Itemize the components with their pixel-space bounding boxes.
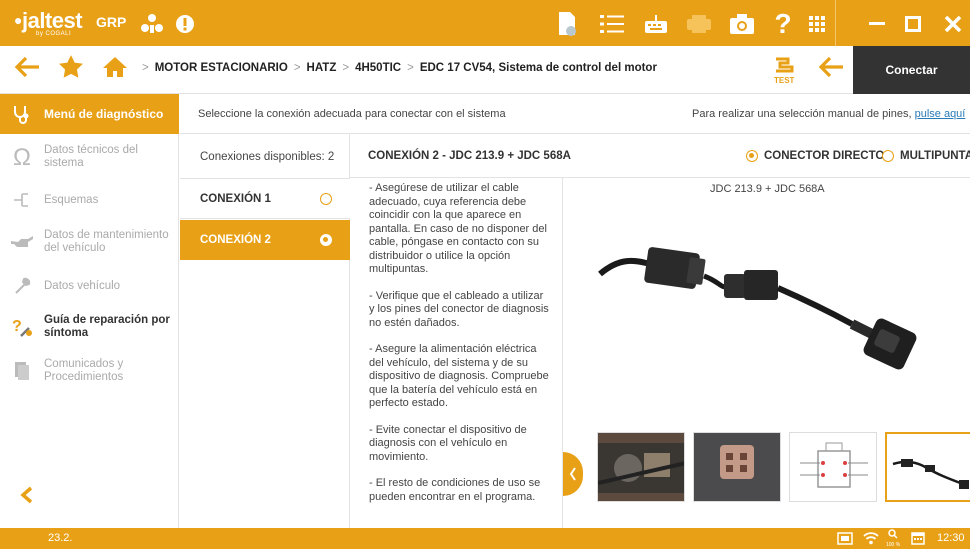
svg-text:?: ? [12,318,22,335]
manual-selection-text: Para realizar una selección manual de pi… [692,108,965,120]
svg-text:TEST: TEST [774,76,795,85]
alert-icon[interactable] [170,9,200,39]
zoom-icon [887,529,899,542]
thumbnail-2[interactable] [693,432,781,502]
zoom-indicator[interactable]: 100 % [886,529,900,548]
connection-detail-header: CONEXIÓN 2 - JDC 213.9 + JDC 568A CONECT… [350,134,970,178]
image-caption: JDC 213.9 + JDC 568A [710,183,825,195]
instructions-panel: - Asegúrese de utilizar el cable adecuad… [350,178,563,528]
manual-selection-prefix: Para realizar una selección manual de pi… [692,108,912,120]
thumbnail-1[interactable] [597,432,685,502]
sidebar-item-label: Datos vehículo [44,279,121,292]
info-bar: Seleccione la conexión adecuada para con… [180,94,970,134]
wrench-icon [0,277,44,295]
multipoint-radio[interactable] [882,150,894,162]
favorite-star-icon[interactable] [58,54,84,85]
instruction-paragraph: - El resto de condiciones de uso se pued… [369,477,541,503]
instruction-paragraph: - Verifique que el cableado a utilizar y… [369,289,549,329]
calendar-icon[interactable] [911,531,925,548]
zoom-level: 100 % [886,542,901,548]
cable-image [580,232,970,387]
multipoint-option[interactable]: MULTIPUNTAS [882,150,970,162]
test-connector-icon[interactable]: TEST [772,55,796,90]
report-icon[interactable] [552,9,582,39]
manual-selection-link[interactable]: pulse aquí [915,108,966,120]
schematic-icon [0,191,44,209]
omega-icon: Ω [13,143,31,171]
sidebar-item-label: Comunicados y Procedimientos [44,358,124,383]
apps-grid-icon[interactable] [802,9,832,39]
breadcrumb-item[interactable]: HATZ [307,62,337,74]
maximize-icon[interactable] [898,9,928,39]
direct-connector-label: CONECTOR DIRECTO [764,150,885,162]
camera-icon[interactable] [727,9,757,39]
sidebar-item-repair-guide[interactable]: ? Guía de reparación por síntoma [0,310,179,344]
sidebar-item-communications[interactable]: Comunicados y Procedimientos [0,354,179,388]
breadcrumb-item[interactable]: MOTOR ESTACIONARIO [155,62,288,74]
repair-guide-icon: ? [0,316,44,338]
sidebar-header[interactable]: Menú de diagnóstico [0,94,179,134]
direct-connector-radio[interactable] [746,150,758,162]
instruction-paragraph: - Asegúrese de utilizar el cable adecuad… [369,182,547,275]
info-text: Seleccione la conexión adecuada para con… [198,108,506,120]
connection-item-1[interactable]: CONEXIÓN 1 [180,179,350,219]
breadcrumb-item[interactable]: EDC 17 CV54, Sistema de control del moto… [420,62,657,74]
carousel-prev-button[interactable] [563,452,583,496]
list-icon[interactable] [597,9,627,39]
sidebar-item-maintenance[interactable]: Datos de mantenimiento del vehículo [0,220,179,264]
thumbnail-4-selected[interactable] [885,432,970,502]
sidebar-item-label: Datos técnicos del sistema [44,144,138,169]
connection-label: CONEXIÓN 2 [200,234,271,246]
connection-item-2[interactable]: CONEXIÓN 2 [180,220,350,260]
available-connections-label: Conexiones disponibles: 2 [200,151,335,163]
sidebar-item-schematics[interactable]: Esquemas [0,186,179,214]
connect-button[interactable]: Conectar [853,46,970,94]
sidebar-item-label: Esquemas [44,193,99,206]
status-bar: 23.2. 100 % 12:30 [0,528,970,549]
breadcrumb-item[interactable]: 4H50TIC [355,62,401,74]
sidebar-item-label: Datos de mantenimiento del vehículo [44,229,169,254]
instruction-paragraph: - Asegure la alimentación eléctrica del … [369,343,549,409]
minimize-icon[interactable] [862,9,892,39]
direct-connector-option[interactable]: CONECTOR DIRECTO [746,150,884,162]
printer-icon[interactable] [684,9,714,39]
connection-radio-selected[interactable] [320,234,332,246]
oil-can-icon [0,235,44,249]
version-label: 23.2. [48,532,73,544]
sidebar-collapse-icon[interactable] [20,484,34,510]
multipoint-label: MULTIPUNTAS [900,150,970,162]
connection-title: CONEXIÓN 2 - JDC 213.9 + JDC 568A [368,150,571,162]
diagnosis-menu-icon [0,104,44,124]
connection-radio[interactable] [320,193,332,205]
return-arrow-icon[interactable] [818,56,844,83]
keyboard-icon[interactable] [641,9,671,39]
app-logo-subtitle: by COGALI [36,31,72,37]
sidebar-item-vehicle-data[interactable]: Datos vehículo [0,272,179,300]
breadcrumb: > MOTOR ESTACIONARIO > HATZ >4H50TIC > EDC … [142,62,657,74]
clock: 12:30 [937,532,965,544]
group-label: GRP [96,14,127,30]
family-tree-icon[interactable] [137,9,167,39]
battery-icon [837,532,853,548]
documents-icon [0,361,44,381]
sidebar-item-technical-data[interactable]: Ω Datos técnicos del sistema [0,140,179,174]
sidebar-header-label: Menú de diagnóstico [44,106,164,121]
help-icon[interactable]: ? [768,8,798,39]
home-icon[interactable] [102,56,128,83]
connection-label: CONEXIÓN 1 [200,192,271,205]
wifi-icon [863,531,879,548]
sidebar-item-label: Guía de reparación por síntoma [44,314,170,339]
thumbnail-3[interactable] [789,432,877,502]
close-icon[interactable] [938,9,968,39]
instruction-paragraph: - Evite conectar el dispositivo de diagn… [369,423,527,463]
back-arrow-icon[interactable] [14,56,40,83]
toolbar-divider [835,0,836,46]
